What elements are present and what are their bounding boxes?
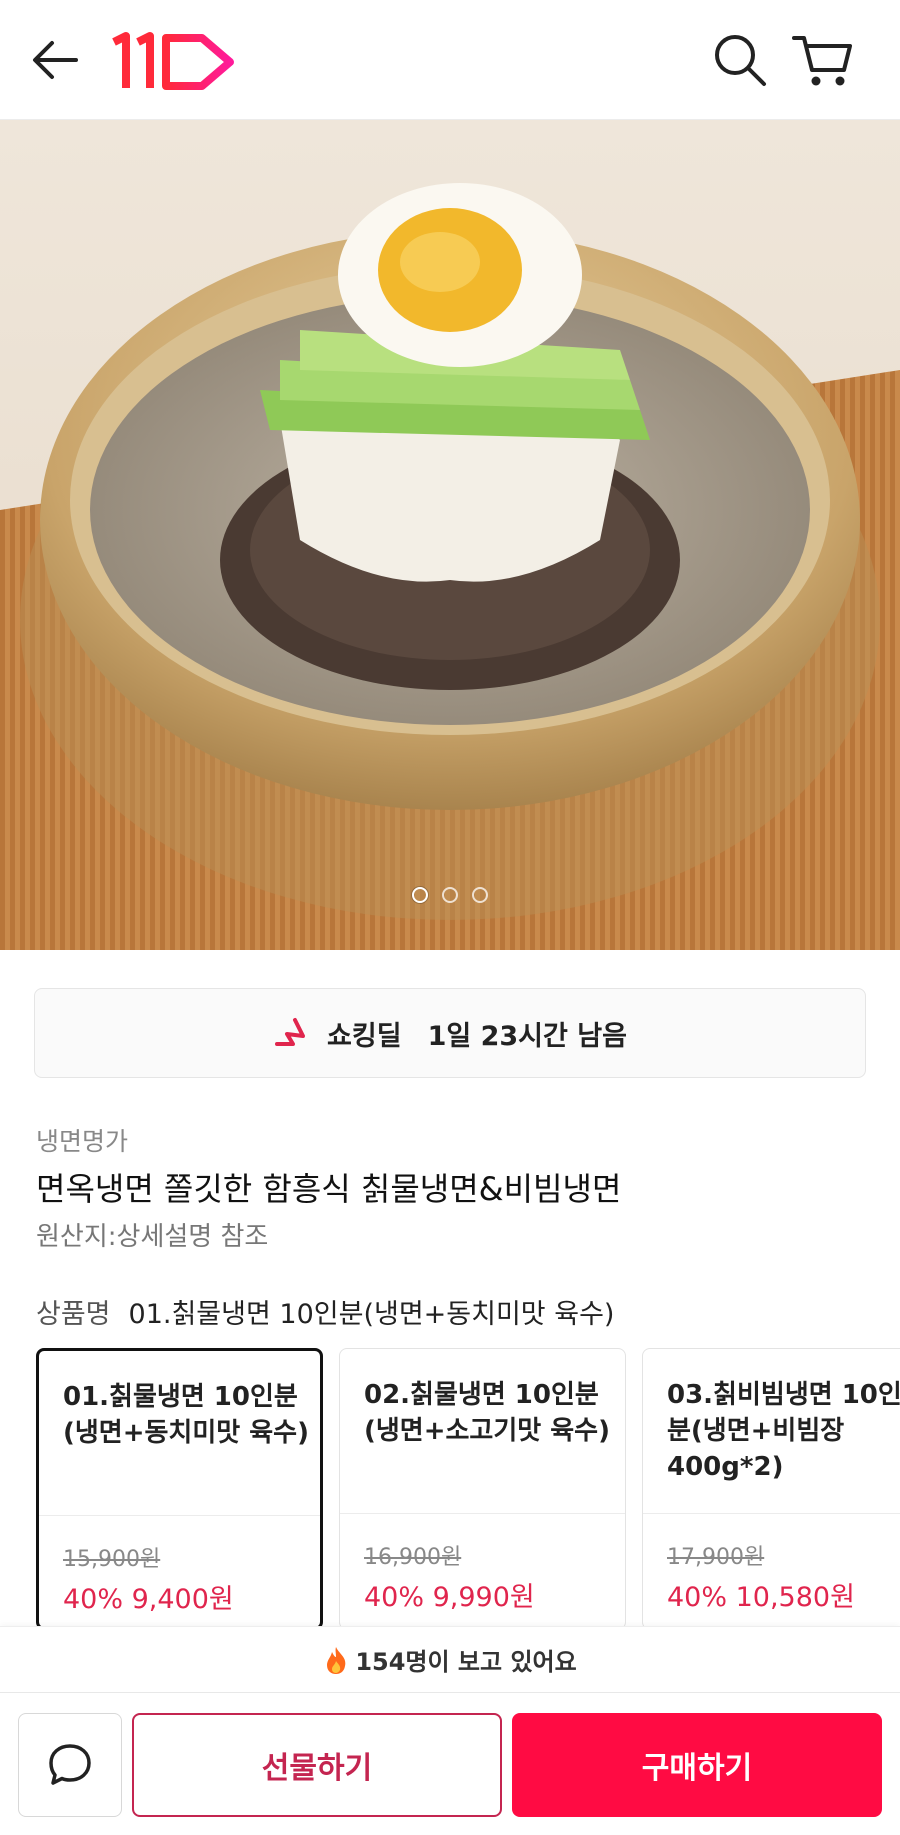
sale-amount: 9,400원 [131, 1584, 234, 1615]
option-card-2[interactable]: 02.칡물냉면 10인분(냉면+소고기맛 육수) 16,900원 40% 9,9… [339, 1348, 626, 1630]
shocking-deal-banner[interactable]: 쇼킹딜 1일 23시간 남음 [34, 988, 866, 1078]
option-card-3[interactable]: 03.칡비빔냉면 10인분(냉면+비빔장 400g*2) 17,900원 40%… [642, 1348, 900, 1630]
shocking-deal-icon [275, 1018, 306, 1046]
product-title: 면옥냉면 쫄깃한 함흥식 칡물냉면&비빔냉면 [36, 1170, 622, 1208]
cart-icon [792, 36, 852, 86]
option-name: 02.칡물냉면 10인분(냉면+소고기맛 육수) [364, 1380, 610, 1446]
seller-name[interactable]: 냉면명가 [36, 1122, 128, 1158]
option-card-1[interactable]: 01.칡물냉면 10인분(냉면+동치미맛 육수) 15,900원 40% 9,4… [36, 1348, 323, 1630]
11st-logo[interactable] [110, 26, 240, 96]
product-image-carousel[interactable] [0, 120, 900, 950]
divider [643, 1513, 900, 1514]
sale-price: 40% 10,580원 [667, 1575, 855, 1614]
carousel-indicator [0, 887, 900, 903]
logo-icon [112, 32, 234, 90]
sale-amount: 9,990원 [432, 1582, 535, 1613]
back-button[interactable] [26, 30, 86, 90]
chat-bubble-icon [49, 1744, 91, 1785]
option-key: 상품명 [36, 1299, 111, 1330]
product-photo [0, 120, 900, 950]
viewers-text: 154명이 보고 있어요 [355, 1648, 577, 1676]
search-icon [715, 35, 766, 86]
discount-rate: 40% [667, 1582, 728, 1613]
option-summary: 상품명 01.칡물냉면 10인분(냉면+동치미맛 육수) [36, 1292, 614, 1331]
original-price: 16,900원 [364, 1545, 462, 1570]
option-card-list[interactable]: 01.칡물냉면 10인분(냉면+동치미맛 육수) 15,900원 40% 9,4… [36, 1348, 900, 1630]
divider [340, 1513, 625, 1514]
product-origin: 원산지:상세설명 참조 [36, 1222, 269, 1252]
chat-button[interactable] [18, 1713, 122, 1817]
carousel-dot-1[interactable] [412, 887, 428, 903]
discount-rate: 40% [364, 1582, 425, 1613]
deal-label: 쇼킹딜 [327, 1020, 402, 1052]
option-name: 03.칡비빔냉면 10인분(냉면+비빔장 400g*2) [667, 1380, 900, 1482]
cart-button[interactable] [790, 28, 856, 92]
option-selected: 01.칡물냉면 10인분(냉면+동치미맛 육수) [128, 1299, 615, 1330]
discount-rate: 40% [63, 1584, 124, 1615]
buy-button[interactable]: 구매하기 [512, 1713, 882, 1817]
gift-button[interactable]: 선물하기 [132, 1713, 502, 1817]
sale-price: 40% 9,400원 [63, 1577, 234, 1616]
original-price: 17,900원 [667, 1545, 765, 1570]
deal-time-left: 1일 23시간 남음 [427, 1020, 627, 1052]
original-price: 15,900원 [63, 1547, 161, 1572]
fire-icon [327, 1646, 346, 1674]
top-app-bar [0, 0, 900, 120]
arrow-left-icon [33, 41, 78, 79]
viewers-banner: 154명이 보고 있어요 [0, 1626, 900, 1692]
search-button[interactable] [708, 28, 772, 92]
sale-price: 40% 9,990원 [364, 1575, 535, 1614]
divider [39, 1515, 320, 1516]
sale-amount: 10,580원 [735, 1582, 855, 1613]
carousel-dot-2[interactable] [442, 887, 458, 903]
carousel-dot-3[interactable] [472, 887, 488, 903]
option-name: 01.칡물냉면 10인분(냉면+동치미맛 육수) [63, 1382, 309, 1448]
bottom-action-bar: 선물하기 구매하기 [0, 1692, 900, 1835]
